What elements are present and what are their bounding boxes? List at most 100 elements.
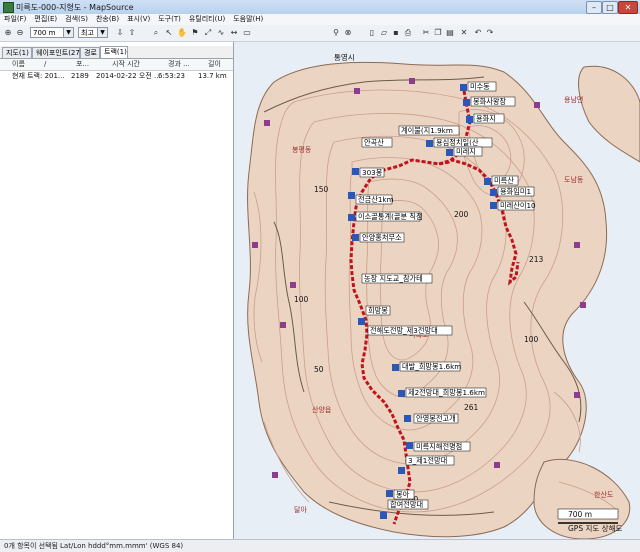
- track-panel: 지도(1) 웨이포인트(27) 경로 트랙(1) 이름 / 포... 시작 시간…: [0, 42, 234, 539]
- hiker-icon: [380, 512, 387, 519]
- hiker-icon: [426, 140, 433, 147]
- column-points[interactable]: 포...: [76, 59, 89, 70]
- status-bar: 0개 항목이 선택됨 Lat/Lon hddd°mm.mmm' (WGS 84): [0, 539, 640, 552]
- title-bar: 미륵도-000-지형도 - MapSource – □ ✕: [0, 0, 640, 15]
- hiker-icon: [404, 415, 411, 422]
- hiker-icon: [392, 364, 399, 371]
- waypoint-label: 안영봉전고개: [416, 414, 456, 423]
- new-icon[interactable]: ▯: [366, 27, 378, 39]
- chevron-down-icon: ▼: [97, 28, 107, 37]
- place-label: 산양읍: [312, 405, 332, 414]
- waypoint[interactable]: 미레산이10: [490, 200, 536, 211]
- waypoint-label: 이소골통계(골분 직점: [358, 212, 423, 221]
- column-name[interactable]: 이름: [12, 59, 25, 70]
- send-icon[interactable]: ⇧: [126, 27, 138, 39]
- waypoint-tool-icon[interactable]: ⚑: [189, 27, 201, 39]
- find-icon[interactable]: ⚲: [330, 27, 342, 39]
- ruler-icon[interactable]: ▭: [240, 27, 254, 39]
- hiker-icon: [348, 192, 355, 199]
- zoom-tool-icon[interactable]: ⌕: [150, 27, 162, 39]
- copy-icon[interactable]: ❐: [432, 27, 444, 39]
- contour-label: 200: [454, 210, 469, 219]
- toolbar: ⊕ ⊖ 700 m ▼ 최고 ▼ ⇩ ⇧ ⌕ ↖ ✋ ⚑ ⤢ ∿ ↔ ▭ ⚲ ⊗…: [0, 25, 640, 42]
- maximize-button[interactable]: □: [602, 1, 618, 14]
- waypoint-label: 제2전망대_희망봉1.6km: [408, 388, 485, 397]
- hiker-icon: [386, 490, 393, 497]
- menu-help[interactable]: 도움말(H): [229, 14, 267, 25]
- waypoint-label: 봉아: [396, 490, 410, 499]
- delete-icon[interactable]: ✕: [458, 27, 470, 39]
- waypoint[interactable]: 대발_희망봉1.6km: [392, 361, 461, 372]
- waypoint-label: 3_제1전망대: [408, 456, 447, 465]
- receive-icon[interactable]: ⇩: [114, 27, 126, 39]
- hiker-icon: [398, 390, 405, 397]
- waypoint[interactable]: 미륵지해전명점: [406, 441, 471, 452]
- waypoint[interactable]: 용심정치일(산: [426, 137, 493, 148]
- track-tool-icon[interactable]: ∿: [215, 27, 227, 39]
- menu-find[interactable]: 검색(S): [61, 14, 92, 25]
- tab-tracks[interactable]: 트랙(1): [100, 46, 128, 58]
- menu-transfer[interactable]: 찬송(B): [92, 14, 123, 25]
- selection-status: 0개 항목이 선택됨: [4, 542, 58, 550]
- map-view[interactable]: 150 100 50 100 200 213 261 100 봉평동 용남면 산…: [234, 42, 640, 539]
- waypoint[interactable]: 제2전망대_희망봉1.6km: [398, 387, 487, 398]
- tab-waypoints[interactable]: 웨이포인트(27): [32, 47, 83, 58]
- zoom-out-icon[interactable]: ⊖: [14, 27, 26, 39]
- column-sort[interactable]: /: [44, 59, 46, 70]
- waypoint[interactable]: 봉화사왕장: [463, 96, 516, 107]
- redo-icon[interactable]: ↷: [484, 27, 496, 39]
- track-points: 2189: [71, 72, 89, 80]
- track-name: 현재 트랙: 201...: [12, 72, 65, 80]
- hiker-icon: [460, 84, 467, 91]
- column-elapsed[interactable]: 경과 ...: [168, 59, 190, 70]
- minimize-button[interactable]: –: [586, 1, 602, 14]
- open-icon[interactable]: ▱: [378, 27, 390, 39]
- gps-status: GPS 지도 상해도: [568, 523, 622, 533]
- waypoint-label: 미륵산: [494, 176, 514, 185]
- menu-utilities[interactable]: 유틸리티(U): [185, 14, 229, 25]
- waypoint[interactable]: 이소골통계(골분 직점: [348, 211, 423, 222]
- column-length[interactable]: 길이: [208, 59, 221, 70]
- tab-maps[interactable]: 지도(1): [2, 47, 32, 58]
- menu-edit[interactable]: 편집(E): [30, 14, 61, 25]
- table-row[interactable]: 현재 트랙: 201... 2189 2014-02-22 오전 ... 6:5…: [0, 71, 233, 82]
- waypoint-label: 용화지: [476, 114, 496, 123]
- menu-file[interactable]: 파일(F): [0, 14, 30, 25]
- contour-label: 50: [314, 365, 324, 374]
- menu-tools[interactable]: 도구(T): [154, 14, 185, 25]
- measure-tool-icon[interactable]: ↔: [228, 27, 240, 39]
- waypoint[interactable]: 안양홍처무소: [352, 232, 405, 243]
- chevron-down-icon: ▼: [63, 28, 73, 37]
- menu-view[interactable]: 표시(V): [123, 14, 154, 25]
- zoom-select[interactable]: 700 m ▼: [30, 27, 74, 38]
- close-button[interactable]: ✕: [618, 1, 638, 14]
- save-icon[interactable]: ▪: [390, 27, 402, 39]
- place-label: 용남면: [564, 95, 583, 104]
- hiker-icon: [352, 234, 359, 241]
- track-table: 이름 / 포... 시작 시간 경과 ... 길이 현재 트랙: 201... …: [0, 59, 233, 82]
- detail-select[interactable]: 최고 ▼: [78, 27, 108, 38]
- waypoint[interactable]: 안곡산: [361, 137, 393, 148]
- app-icon: [3, 2, 14, 13]
- poi-icon: [264, 120, 270, 126]
- select-tool-icon[interactable]: ↖: [163, 27, 175, 39]
- column-start-time[interactable]: 시작 시간: [112, 59, 140, 70]
- hand-icon[interactable]: ✋: [176, 27, 188, 39]
- print-icon[interactable]: ⎙: [402, 27, 414, 39]
- zoom-in-icon[interactable]: ⊕: [2, 27, 14, 39]
- route-tool-icon[interactable]: ⤢: [202, 27, 214, 39]
- topo-map[interactable]: 150 100 50 100 200 213 261 100 봉평동 용남면 산…: [234, 42, 640, 539]
- cut-icon[interactable]: ✂: [420, 27, 432, 39]
- undo-icon[interactable]: ↶: [472, 27, 484, 39]
- waypoint[interactable]: 전해도전망_제3전망대: [367, 325, 453, 336]
- city-label: 통영시: [334, 52, 355, 62]
- poi-icon: [574, 392, 580, 398]
- contour-label: 150: [314, 185, 329, 194]
- waypoint-label: 안곡산: [364, 138, 384, 147]
- waypoint-label: 용화임미1: [500, 187, 531, 196]
- waypoint[interactable]: 계이불(지1.9km: [398, 125, 460, 136]
- paste-icon[interactable]: ▤: [444, 27, 456, 39]
- tab-routes[interactable]: 경로: [80, 47, 100, 58]
- binoculars-icon[interactable]: ⊗: [342, 27, 354, 39]
- waypoint[interactable]: 농장 지도교_참가테: [361, 273, 433, 284]
